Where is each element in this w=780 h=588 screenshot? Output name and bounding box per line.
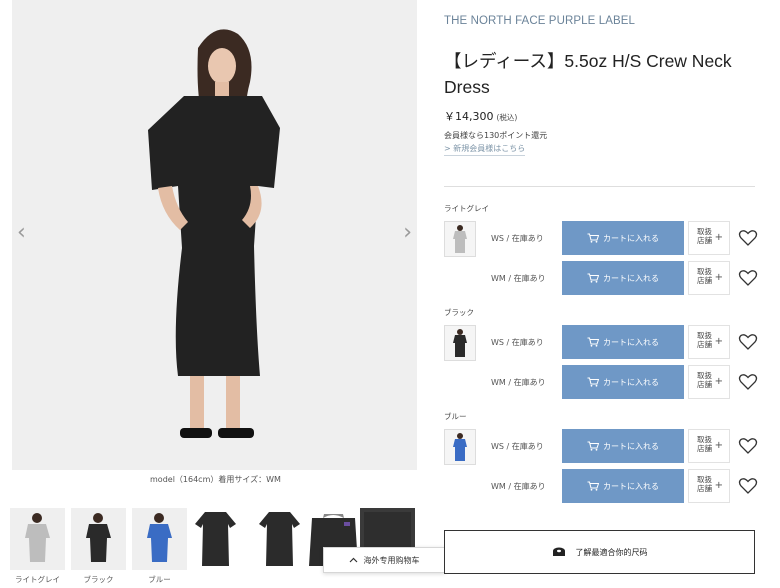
favorite-heart-icon[interactable] <box>738 268 758 288</box>
plus-icon: + <box>714 272 723 283</box>
thumbnail-image <box>132 508 187 570</box>
plus-icon: + <box>714 440 723 451</box>
add-to-cart-label: カートに入れる <box>603 377 659 387</box>
color-group-label: ブルー <box>444 412 467 421</box>
favorite-heart-icon[interactable] <box>738 372 758 392</box>
thumbnail-label: ブルー <box>148 575 171 584</box>
store-label-line2: 店舗 <box>697 380 712 390</box>
store-label-line2: 店舗 <box>697 236 712 246</box>
thumbnail-item[interactable] <box>188 508 243 570</box>
store-label-line2: 店舗 <box>697 484 712 494</box>
thumbnail-image <box>10 508 65 570</box>
add-to-cart-button[interactable]: カートに入れる <box>562 469 684 503</box>
price-value: ￥14,300 <box>444 110 494 123</box>
store-stock-button[interactable]: 取扱 店舗 + <box>688 429 730 463</box>
model-photo <box>12 0 417 470</box>
color-swatch[interactable] <box>444 221 476 257</box>
points-note: 会員様なら130ポイント還元 <box>444 131 548 140</box>
prev-image-icon[interactable]: ‹ <box>17 222 26 244</box>
store-stock-button[interactable]: 取扱 店舗 + <box>688 325 730 359</box>
store-stock-button[interactable]: 取扱 店舗 + <box>688 365 730 399</box>
add-to-cart-label: カートに入れる <box>603 233 659 243</box>
thumbnail-image <box>188 508 243 570</box>
store-label-line1: 取扱 <box>697 435 712 444</box>
swatch-image <box>453 329 467 357</box>
store-stock-button[interactable]: 取扱 店舗 + <box>688 221 730 255</box>
color-swatch[interactable] <box>444 325 476 361</box>
store-stock-button[interactable]: 取扱 店舗 + <box>688 469 730 503</box>
divider <box>444 186 755 187</box>
favorite-heart-icon[interactable] <box>738 332 758 352</box>
add-to-cart-button[interactable]: カートに入れる <box>562 325 684 359</box>
size-stock-text: WS / 在庫あり <box>491 338 544 347</box>
swatch-image <box>453 225 467 253</box>
color-group-label: ブラック <box>444 308 474 317</box>
add-to-cart-label: カートに入れる <box>603 273 659 283</box>
chevron-up-icon <box>349 557 357 563</box>
swatch-image <box>453 433 467 461</box>
store-stock-button[interactable]: 取扱 店舗 + <box>688 261 730 295</box>
color-group-label: ライトグレイ <box>444 204 489 213</box>
add-to-cart-label: カートに入れる <box>603 337 659 347</box>
new-member-link[interactable]: > 新規会員様はこちら <box>444 143 526 156</box>
favorite-heart-icon[interactable] <box>738 228 758 248</box>
store-label-line1: 取扱 <box>697 371 712 380</box>
size-stock-text: WS / 在庫あり <box>491 442 544 451</box>
main-product-image: ‹ › <box>12 0 417 470</box>
add-to-cart-button[interactable]: カートに入れる <box>562 261 684 295</box>
thumbnail-label: ライトグレイ <box>15 575 60 584</box>
brand-name[interactable]: THE NORTH FACE PURPLE LABEL <box>444 15 635 27</box>
overseas-cart-label: 海外专用购物车 <box>363 555 420 565</box>
cart-icon <box>587 337 599 347</box>
thumbnail-item[interactable] <box>10 508 65 570</box>
size-guide-icon <box>552 547 565 556</box>
product-title: 【レディース】5.5oz H/S Crew Neck Dress <box>444 51 732 98</box>
size-stock-text: WS / 在庫あり <box>491 234 544 243</box>
add-to-cart-label: カートに入れる <box>603 481 659 491</box>
next-image-icon[interactable]: › <box>403 222 412 244</box>
store-label-line1: 取扱 <box>697 267 712 276</box>
cart-icon <box>587 377 599 387</box>
store-label-line2: 店舗 <box>697 340 712 350</box>
cart-icon <box>587 233 599 243</box>
thumbnail-image <box>71 508 126 570</box>
color-swatch[interactable] <box>444 429 476 465</box>
add-to-cart-button[interactable]: カートに入れる <box>562 429 684 463</box>
size-stock-text: WM / 在庫あり <box>491 378 546 387</box>
store-label-line2: 店舗 <box>697 444 712 454</box>
size-guide-label: 了解最適合你的尺码 <box>575 547 648 557</box>
overseas-cart-button[interactable]: 海外专用购物车 <box>323 547 445 573</box>
store-label-line1: 取扱 <box>697 227 712 236</box>
store-label-line1: 取扱 <box>697 331 712 340</box>
store-label-line2: 店舗 <box>697 276 712 286</box>
cart-icon <box>587 481 599 491</box>
store-label-line1: 取扱 <box>697 475 712 484</box>
tax-note: (税込) <box>496 113 518 122</box>
cart-icon <box>587 441 599 451</box>
cart-icon <box>587 273 599 283</box>
plus-icon: + <box>714 480 723 491</box>
favorite-heart-icon[interactable] <box>738 436 758 456</box>
thumbnail-item[interactable] <box>132 508 187 570</box>
add-to-cart-button[interactable]: カートに入れる <box>562 365 684 399</box>
plus-icon: + <box>714 376 723 387</box>
image-caption: model（164cm）着用サイズ：WM <box>150 475 281 484</box>
size-stock-text: WM / 在庫あり <box>491 482 546 491</box>
add-to-cart-label: カートに入れる <box>603 441 659 451</box>
thumbnail-image <box>252 508 307 570</box>
add-to-cart-button[interactable]: カートに入れる <box>562 221 684 255</box>
plus-icon: + <box>714 232 723 243</box>
favorite-heart-icon[interactable] <box>738 476 758 496</box>
product-price: ￥14,300 (税込) <box>444 108 517 124</box>
size-guide-button[interactable]: 了解最適合你的尺码 <box>444 530 755 574</box>
plus-icon: + <box>714 336 723 347</box>
thumbnail-label: ブラック <box>83 575 114 584</box>
size-stock-text: WM / 在庫あり <box>491 274 546 283</box>
thumbnail-item[interactable] <box>71 508 126 570</box>
thumbnail-item[interactable] <box>252 508 307 570</box>
